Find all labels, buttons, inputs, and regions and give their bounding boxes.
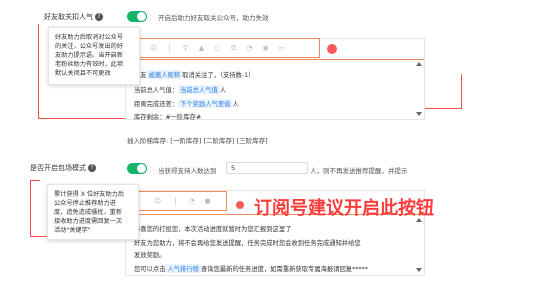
insert-stock-tier3[interactable]: [三阶库存]	[237, 137, 268, 145]
insert-stock-tier1[interactable]: [一阶库存]	[170, 137, 201, 145]
editor-line-1: 好友 被邀人昵称 取消关注了，（支持数-1）	[134, 70, 254, 79]
toolbar-underline	[126, 59, 424, 60]
rule-label-cap-mode: 是否开启包场模式?	[30, 163, 96, 173]
tooltip-line: 度，造免造成骚扰，重新	[54, 209, 123, 216]
divider-icon: |	[168, 44, 171, 52]
text-segment: 人	[219, 87, 227, 94]
link-icon[interactable]: ⚲	[182, 45, 189, 52]
tooltip-line: 默认关闭且不可更改	[55, 70, 111, 77]
annotation-text: 订阅号建议开启此按钮	[254, 198, 434, 219]
divider-icon: |	[174, 197, 177, 205]
editor2-line-1: 恭喜您的打投您，本次活动进度就暂时为您汇报到这里了	[134, 226, 292, 233]
tooltip-line: 友助力提示语。当开启新	[55, 52, 124, 59]
text-segment: 取消关注了，（支持数-1）	[182, 72, 255, 79]
tooltip-line: 老粉丝助力有效时，此项	[55, 61, 124, 68]
help-icon[interactable]: ?	[95, 13, 103, 21]
editor-toolbar: ☺ | ⚲ ▲ ○ ⚙ ◔ ◉ ▭	[127, 38, 320, 58]
cap-mode-description-pre: 当获得支持人数达到	[158, 167, 217, 175]
clock-icon[interactable]: ◔	[246, 45, 253, 52]
editor-line-3: 距离完成还差： 下个奖励人气差值人	[134, 99, 239, 108]
emoji-icon[interactable]: ☺	[150, 45, 157, 52]
text-segment: 您可以点击	[134, 266, 166, 273]
highlight-border-top-2	[30, 180, 40, 181]
record-icon[interactable]: ●	[204, 198, 211, 205]
highlight-border-left	[38, 24, 39, 118]
insert-stock-bar: 插入阶梯库存: [一阶库存] [二阶库存] [三阶库存]	[127, 135, 268, 145]
gear-icon[interactable]: ⚙	[230, 45, 237, 52]
scroll-down-icon[interactable]	[416, 112, 422, 116]
variable-marker-dot	[327, 44, 337, 54]
tooltip-line: 公众号停止推荐助力进	[54, 200, 116, 207]
cap-mode-description-post: 人，则不再发送推荐提醒，并提示	[310, 167, 408, 175]
editor2-scrollbar[interactable]	[416, 218, 422, 274]
editor-toolbar-2: ☺ | ◔ ●	[127, 191, 227, 211]
rule-label-unfollow: 好友取关扣人气?	[44, 12, 103, 22]
variable-chip-ranking[interactable]: 人气排行榜	[165, 264, 201, 273]
tooltip-line: 接收助力进度需回复一次	[54, 218, 123, 225]
insert-stock-label: 插入阶梯库存:	[127, 137, 169, 145]
rule-label-unfollow-text: 好友取关扣人气	[44, 13, 93, 21]
scroll-down-icon[interactable]	[416, 268, 422, 272]
editor2-line-2: 好友为您助力，将不会再给您发送提醒，任务完成时您会收到任务完成通知并给您	[134, 240, 361, 247]
variable-chip-total[interactable]: 当前总人气值	[178, 85, 220, 94]
unfollow-description: 开启后助力好友取关公众号，助力失效	[158, 14, 269, 22]
cap-mode-toggle[interactable]	[127, 163, 147, 174]
text-segment: 人	[232, 101, 239, 108]
card-icon[interactable]: ▭	[278, 45, 285, 52]
cap-count-input[interactable]: 5	[226, 162, 308, 174]
editor-line-2: 当前总人气值： 当前总人气值人	[134, 85, 226, 94]
text-segment: 当前总人气值：	[134, 87, 179, 94]
clock-icon[interactable]: ◔	[188, 198, 195, 205]
tooltip-line: 好友助力后取消对公众号	[55, 34, 124, 41]
tooltip-line: 累计获得 X 位好友助力后	[54, 191, 125, 198]
text-segment: 查询您最新的任务进度，如需重新获取专属海报请回复*****	[200, 266, 368, 273]
variable-marker-dot	[236, 201, 244, 209]
text-segment: 距离完成还差：	[134, 101, 179, 108]
scroll-up-icon[interactable]	[416, 62, 422, 66]
unfollow-toggle[interactable]	[127, 11, 147, 22]
editor2-line-3: 发放奖励。	[134, 252, 166, 259]
emoji-icon[interactable]: ☺	[154, 198, 161, 205]
rule-label-cap-mode-text: 是否开启包场模式	[30, 164, 86, 172]
location-icon[interactable]: ◉	[262, 45, 269, 52]
highlight-border-right	[461, 74, 462, 109]
variable-chip-diff[interactable]: 下个奖励人气差值	[178, 99, 233, 108]
tooltip-line: 的关注，公众号发出的好	[55, 43, 124, 50]
cap-mode-tooltip: 累计获得 X 位好友助力后 公众号停止推荐助力进 度，造免造成骚扰，重新 接收助…	[47, 184, 139, 240]
editor2-line-4: 您可以点击 人气排行榜 查询您最新的任务进度，如需重新获取专属海报请回复*****	[134, 264, 368, 273]
image-icon[interactable]: ▲	[198, 45, 205, 52]
help-icon[interactable]: ?	[88, 164, 96, 172]
search-icon[interactable]: ○	[214, 45, 221, 52]
unfollow-tooltip: 好友助力后取消对公众号 的关注，公众号发出的好 友助力提示语。当开启新 老粉丝助…	[48, 27, 140, 85]
insert-stock-tier2[interactable]: [二阶库存]	[203, 137, 234, 145]
editor-scrollbar[interactable]	[416, 62, 422, 118]
variable-chip-nickname[interactable]: 被邀人昵称	[146, 70, 183, 79]
highlight-border-left-2	[30, 180, 31, 236]
editor-line-4: 库存剩余：#一阶库存#	[134, 114, 202, 121]
tooltip-line: 活动"关键字"	[54, 227, 91, 234]
